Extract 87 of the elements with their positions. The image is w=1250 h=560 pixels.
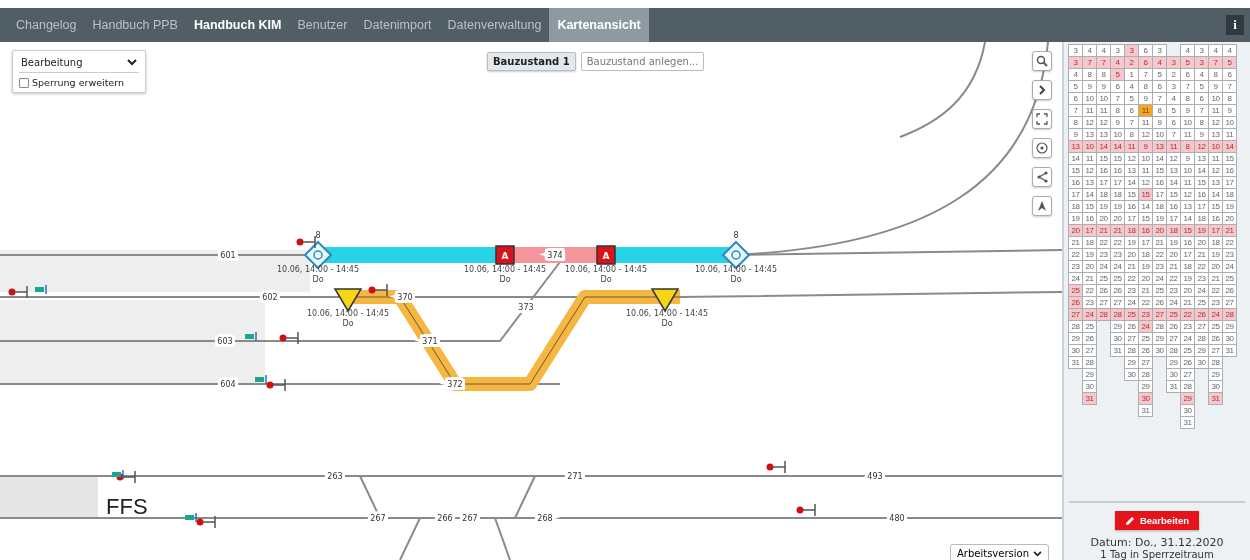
track-marker-icon [185, 512, 197, 523]
schedule-time: 10.06, 14:00 - 14:45 [564, 265, 648, 274]
track-number: 370 [397, 293, 413, 302]
nav-tab[interactable]: Datenimport [355, 8, 440, 42]
track-marker-icon [112, 469, 124, 480]
nav-tab[interactable]: Handbuch PPB [84, 8, 186, 42]
track-number: 602 [262, 293, 278, 302]
track-number: 604 [220, 380, 236, 389]
track-number: 263 [327, 472, 343, 481]
period-text: 1 Tag in Sperrzeitraum [1100, 549, 1214, 560]
schedule-weekday: Do [312, 275, 324, 284]
schedule-weekday: Do [600, 275, 612, 284]
track-number: 601 [220, 251, 236, 260]
calendar-day[interactable]: 31 [1222, 344, 1237, 357]
track-number: 271 [567, 472, 583, 481]
schedule-weekday: Do [342, 319, 354, 328]
fullscreen-icon [1036, 113, 1048, 125]
search-icon [1036, 55, 1048, 67]
chevron-right-icon [1037, 84, 1047, 96]
calendar-day[interactable]: 31 [1208, 392, 1223, 405]
track-number: 603 [217, 337, 233, 346]
north-arrow-icon [1037, 200, 1047, 212]
area-label: FFS [106, 494, 148, 519]
schedule-time: 10.06, 14:00 - 14:45 [306, 309, 390, 318]
track-number: 267 [462, 514, 478, 523]
nav-tab[interactable]: Benutzer [289, 8, 356, 42]
track-number: 480 [889, 514, 905, 523]
construction-state-button[interactable]: Bauzustand anlegen... [580, 52, 705, 71]
track-number: 267 [370, 514, 386, 523]
closure-mark [495, 245, 515, 265]
schedule-time: 10.06, 14:00 - 14:45 [625, 309, 709, 318]
target-icon [1036, 142, 1048, 154]
diamond-marker-icon [303, 240, 333, 270]
mode-select[interactable]: Bearbeitung [19, 55, 139, 73]
track-number: 371 [422, 337, 438, 346]
search-button[interactable] [1032, 51, 1052, 71]
nav-tab[interactable]: Datenverwaltung [439, 8, 550, 42]
schedule-time: 10.06, 14:00 - 14:45 [694, 265, 778, 274]
schedule-time: 10.06, 14:00 - 14:45 [463, 265, 547, 274]
signal-icon [796, 503, 816, 517]
map-tool-button[interactable] [1032, 196, 1052, 216]
km-mark: 8 [733, 231, 739, 240]
track-marker-icon [245, 331, 257, 342]
signal-icon [8, 285, 28, 299]
chevron-down-icon [1033, 550, 1042, 557]
signal-icon [266, 378, 286, 392]
schedule-weekday: Do [661, 319, 673, 328]
calendar-day[interactable]: 31 [1180, 416, 1195, 429]
nav-tab[interactable]: Changelog [8, 8, 85, 42]
track-number: 266 [437, 514, 453, 523]
schedule-weekday: Do [730, 275, 742, 284]
nav-tab[interactable]: Handbuch KIM [185, 8, 290, 42]
track-number: 373 [518, 303, 534, 312]
signal-icon [296, 235, 316, 249]
schedule-time: 10.06, 14:00 - 14:45 [276, 265, 360, 274]
checkbox[interactable] [19, 77, 29, 88]
signal-icon [279, 331, 299, 345]
map-tool-button[interactable] [1032, 138, 1052, 158]
chevron-down-icon [127, 59, 137, 66]
share-icon [1036, 171, 1048, 183]
km-mark: 8 [315, 231, 321, 240]
info-button[interactable]: i [1226, 15, 1244, 35]
checkbox-label: Sperrung erweitern [32, 77, 124, 88]
version-select[interactable]: Arbeitsversion [950, 544, 1049, 560]
track-number: 493 [867, 472, 883, 481]
map-tool-button[interactable] [1032, 167, 1052, 187]
closure-mark-letter: A [501, 251, 509, 261]
map-tool-button[interactable] [1032, 80, 1052, 100]
closure-mark [596, 245, 616, 265]
edit-button[interactable]: Bearbeiten [1114, 511, 1200, 530]
calendar-day[interactable]: 31 [1138, 404, 1153, 417]
map-tool-button[interactable] [1032, 109, 1052, 129]
signal-icon [368, 283, 388, 297]
date-text: Datum: Do., 31.12.2020 [1090, 536, 1224, 549]
signal-icon [766, 460, 786, 474]
signal-icon [196, 515, 216, 529]
pencil-icon [1124, 515, 1135, 526]
construction-state-button[interactable]: Bauzustand 1 [487, 52, 576, 71]
track-number: 372 [447, 380, 463, 389]
track-marker-icon [35, 284, 47, 295]
diamond-marker-icon [721, 240, 751, 270]
calendar-day[interactable]: 31 [1082, 392, 1097, 405]
track-number: 268 [537, 514, 553, 523]
schedule-weekday: Do [499, 275, 511, 284]
track-number: 374 [547, 251, 563, 260]
track-marker-icon [255, 374, 267, 385]
closure-mark-letter: A [602, 251, 610, 261]
